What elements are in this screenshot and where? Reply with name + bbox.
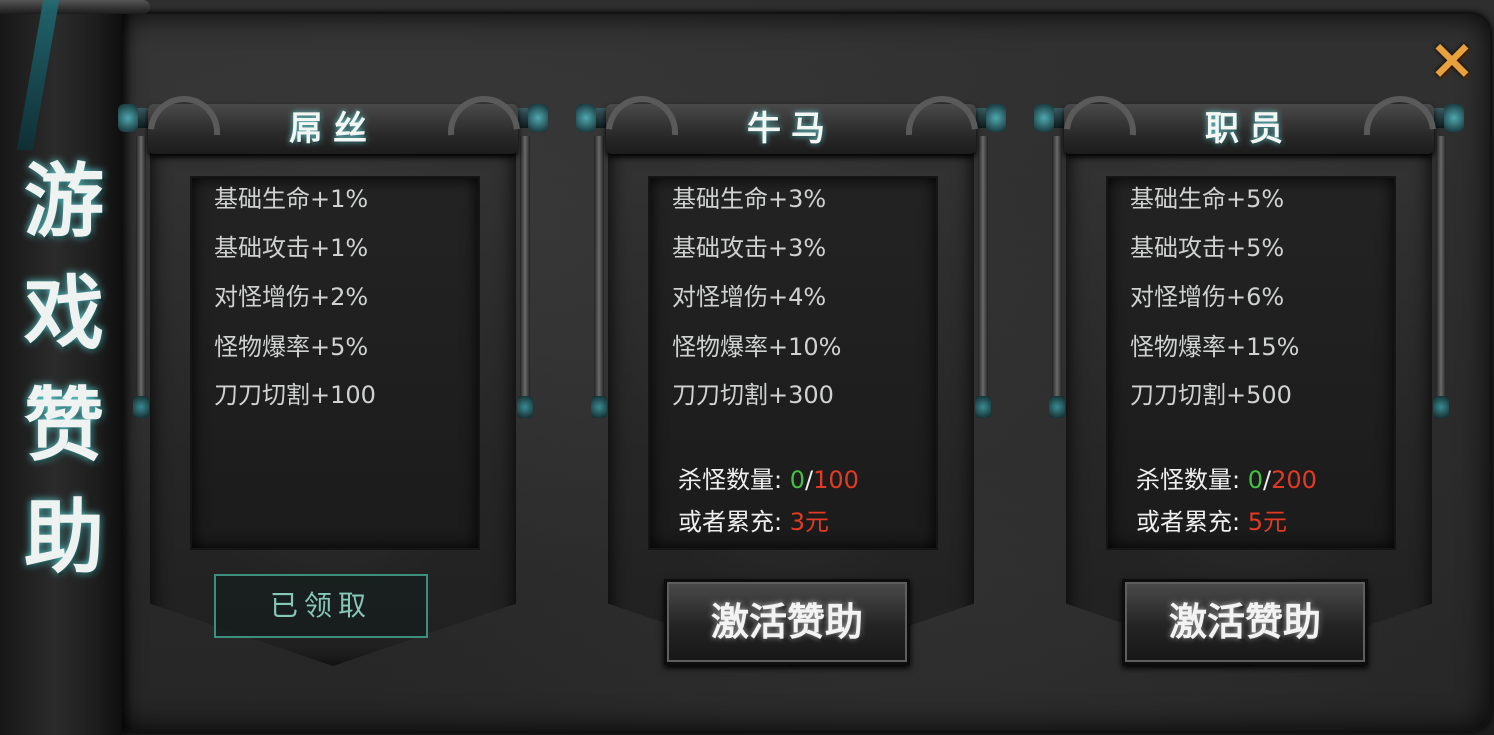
recharge-requirement: 或者累充: 5元: [1136, 507, 1287, 537]
pole-end-left: [1049, 396, 1065, 418]
stat-base-hp: 基础生命+1%: [214, 185, 369, 213]
tier-panel-2: 牛马 基础生命+3% 基础攻击+3% 对怪增伤+4% 怪物爆率+10% 刀刀切割…: [576, 81, 1006, 726]
pole-end-right: [1433, 396, 1449, 418]
window-title: 游 戏 赞 助: [24, 154, 104, 584]
close-icon: ×: [1428, 27, 1476, 92]
panel-pole-left: [594, 136, 604, 406]
stat-drop-rate: 怪物爆率+5%: [214, 333, 369, 361]
kill-label: 杀怪数量:: [1136, 466, 1241, 494]
pole-end-left: [591, 396, 607, 418]
rod-cap-right: [528, 104, 548, 132]
recharge-requirement: 或者累充: 3元: [678, 507, 829, 537]
activate-sponsor-button[interactable]: 激活赞助: [664, 579, 910, 665]
stat-base-attack: 基础攻击+1%: [214, 234, 369, 262]
rod-cap-left: [118, 104, 138, 132]
stat-monster-damage: 对怪增伤+4%: [672, 283, 827, 311]
pole-end-left: [133, 396, 149, 418]
stat-drop-rate: 怪物爆率+15%: [1130, 333, 1300, 361]
panel-pole-left: [1052, 136, 1062, 406]
panel-pole-right: [978, 136, 988, 406]
kill-current: 0: [789, 466, 806, 494]
kill-target: 100: [813, 466, 859, 494]
kill-current: 0: [1247, 466, 1264, 494]
stat-drop-rate: 怪物爆率+10%: [672, 333, 842, 361]
rod-cap-left: [576, 104, 596, 132]
stat-cut-damage: 刀刀切割+100: [214, 381, 376, 409]
stat-monster-damage: 对怪增伤+6%: [1130, 283, 1285, 311]
stat-cut-damage: 刀刀切割+300: [672, 381, 834, 409]
banner-ribbon: [16, 0, 60, 150]
panel-pole-right: [1436, 136, 1446, 406]
kill-separator: /: [1263, 466, 1272, 494]
stat-base-hp: 基础生命+3%: [672, 185, 827, 213]
stat-base-attack: 基础攻击+3%: [672, 234, 827, 262]
tier-panel-1: 屌丝 基础生命+1% 基础攻击+1% 对怪增伤+2% 怪物爆率+5% 刀刀切割+…: [118, 81, 548, 726]
side-title-banner: 游 戏 赞 助: [0, 0, 150, 735]
stat-base-hp: 基础生命+5%: [1130, 185, 1285, 213]
recharge-label: 或者累充:: [678, 508, 783, 536]
rod-cap-right: [1444, 104, 1464, 132]
kill-label: 杀怪数量:: [678, 466, 783, 494]
kill-separator: /: [805, 466, 814, 494]
stats-box: 基础生命+3% 基础攻击+3% 对怪增伤+4% 怪物爆率+10% 刀刀切割+30…: [648, 176, 938, 550]
kill-target: 200: [1271, 466, 1317, 494]
activate-sponsor-button[interactable]: 激活赞助: [1122, 579, 1368, 665]
kill-requirement: 杀怪数量: 0/100: [678, 465, 859, 495]
panel-pole-left: [136, 136, 146, 406]
recharge-label: 或者累充:: [1136, 508, 1241, 536]
sponsor-window: 游 戏 赞 助 × 屌丝 基础生命+1% 基础攻击+1% 对怪增伤+2% 怪物爆…: [0, 0, 1494, 735]
stat-base-attack: 基础攻击+5%: [1130, 234, 1285, 262]
pole-end-right: [975, 396, 991, 418]
kill-requirement: 杀怪数量: 0/200: [1136, 465, 1317, 495]
rod-cap-right: [986, 104, 1006, 132]
tier-panel-3: 职员 基础生命+5% 基础攻击+5% 对怪增伤+6% 怪物爆率+15% 刀刀切割…: [1034, 81, 1464, 726]
stats-box: 基础生命+5% 基础攻击+5% 对怪增伤+6% 怪物爆率+15% 刀刀切割+50…: [1106, 176, 1396, 550]
stat-monster-damage: 对怪增伤+2%: [214, 283, 369, 311]
stat-cut-damage: 刀刀切割+500: [1130, 381, 1292, 409]
panel-pole-right: [520, 136, 530, 406]
banner-rod: [0, 0, 150, 14]
close-button[interactable]: ×: [1424, 32, 1480, 88]
claimed-button[interactable]: 已领取: [214, 574, 428, 638]
pole-end-right: [517, 396, 533, 418]
rod-cap-left: [1034, 104, 1054, 132]
stats-box: 基础生命+1% 基础攻击+1% 对怪增伤+2% 怪物爆率+5% 刀刀切割+100: [190, 176, 480, 550]
recharge-amount: 5元: [1247, 508, 1288, 536]
recharge-amount: 3元: [789, 508, 830, 536]
